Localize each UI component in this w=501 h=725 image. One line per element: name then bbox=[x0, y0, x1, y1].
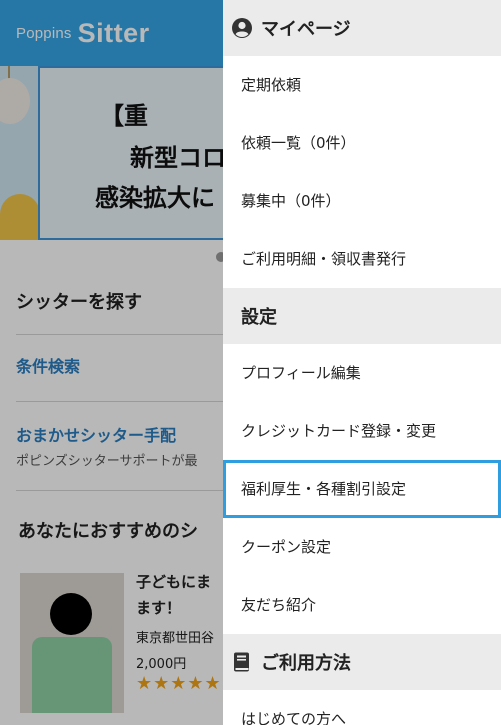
menu-item-profile-edit[interactable]: プロフィール編集 bbox=[223, 344, 501, 402]
menu-item-coupon[interactable]: クーポン設定 bbox=[223, 518, 501, 576]
menu-item-credit-card[interactable]: クレジットカード登録・変更 bbox=[223, 402, 501, 460]
mypage-header: マイページ bbox=[223, 0, 501, 56]
menu-item-regular-request[interactable]: 定期依頼 bbox=[223, 56, 501, 114]
menu-item-first-time[interactable]: はじめての方へ bbox=[223, 690, 501, 725]
menu-item-recruiting[interactable]: 募集中（0件） bbox=[223, 172, 501, 230]
settings-header: 設定 bbox=[223, 288, 501, 344]
usage-header-label: ご利用方法 bbox=[261, 653, 351, 674]
usage-header: ご利用方法 bbox=[223, 634, 501, 690]
book-icon bbox=[231, 651, 253, 673]
user-circle-icon bbox=[231, 17, 253, 39]
mypage-header-label: マイページ bbox=[261, 19, 351, 40]
menu-item-billing-receipts[interactable]: ご利用明細・領収書発行 bbox=[223, 230, 501, 288]
settings-header-label: 設定 bbox=[241, 307, 277, 328]
menu-item-welfare-discount[interactable]: 福利厚生・各種割引設定 bbox=[223, 460, 501, 518]
menu-item-refer-friend[interactable]: 友だち紹介 bbox=[223, 576, 501, 634]
side-drawer-menu: マイページ 定期依頼 依頼一覧（0件） 募集中（0件） ご利用明細・領収書発行 … bbox=[223, 0, 501, 725]
menu-item-request-list[interactable]: 依頼一覧（0件） bbox=[223, 114, 501, 172]
